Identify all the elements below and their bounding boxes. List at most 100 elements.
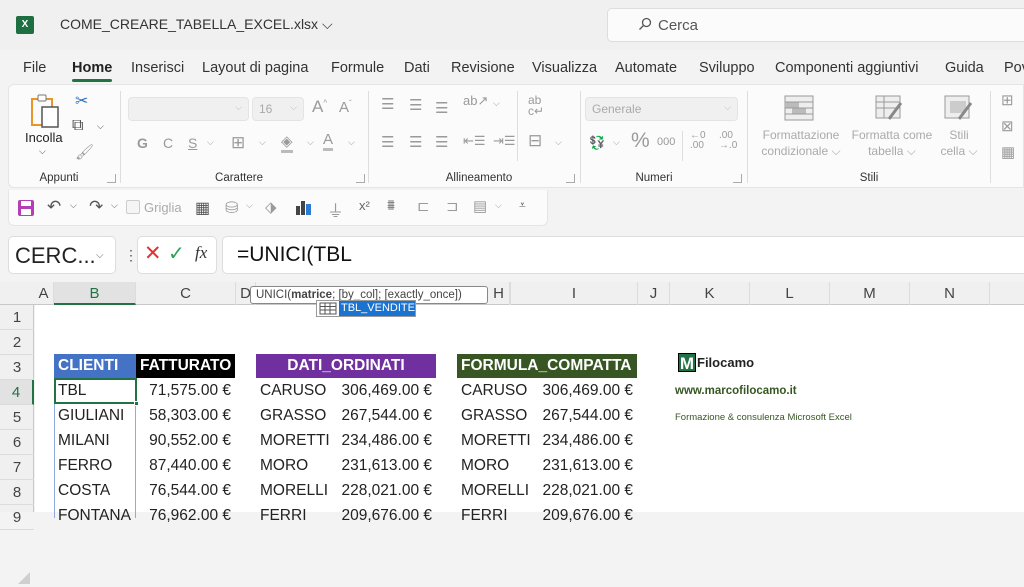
chevron-down-icon[interactable]: ⌵ xyxy=(495,200,502,211)
undo-icon[interactable]: ↶ xyxy=(47,197,61,217)
table-cell-value[interactable]: 231,613.00 € xyxy=(532,454,637,478)
table-cell-value[interactable]: 87,440.00 € xyxy=(136,454,235,478)
tab-sviluppo[interactable]: Sviluppo xyxy=(699,60,755,76)
row-header[interactable]: 9 xyxy=(0,505,34,530)
table-cell-value[interactable]: 231,613.00 € xyxy=(331,454,436,478)
chevron-down-icon[interactable]: ⌵ xyxy=(493,98,500,109)
table-cell-value[interactable]: 267,544.00 € xyxy=(331,404,436,428)
sparkline-icon[interactable]: ⩩ xyxy=(387,197,395,214)
table-cell-value[interactable]: 71,575.00 € xyxy=(136,379,235,403)
column-header[interactable]: M xyxy=(830,282,910,305)
table-cell-value[interactable]: 228,021.00 € xyxy=(331,479,436,503)
column-header[interactable]: I xyxy=(510,282,638,305)
row-header[interactable]: 3 xyxy=(0,355,34,380)
table-cell-name[interactable]: GRASSO xyxy=(256,404,336,428)
worksheet-grid[interactable]: CLIENTI FATTURATO TBL 71,575.00 € GIULIANI… xyxy=(35,305,1024,524)
fill-handle[interactable] xyxy=(134,401,139,406)
table-cell-name[interactable]: MORETTI xyxy=(256,429,336,453)
insert-cells-icon[interactable]: ⊞ xyxy=(1001,91,1014,109)
chevron-down-icon[interactable]: ⌵ xyxy=(348,137,355,148)
align-bottom-icon[interactable]: ☰ xyxy=(435,99,448,117)
font-launcher-icon[interactable] xyxy=(356,174,365,183)
formula-input[interactable]: =UNICI(TBL xyxy=(222,236,1024,274)
clipboard-launcher-icon[interactable] xyxy=(107,174,116,183)
shrink-font-icon[interactable]: Aˇ xyxy=(339,99,352,116)
table-cell-value[interactable]: 306,469.00 € xyxy=(331,379,436,403)
filter-icon[interactable]: ⏚ xyxy=(327,197,344,222)
row-header[interactable]: 4 xyxy=(0,380,34,405)
chevron-down-icon[interactable]: ⌵ xyxy=(70,200,77,211)
borders-icon[interactable]: ⊞ xyxy=(231,133,245,153)
chevron-down-icon[interactable]: ⌵ xyxy=(96,250,104,261)
table-cell-value[interactable]: 234,486.00 € xyxy=(331,429,436,453)
decrease-decimal-icon[interactable]: .00 →.0 xyxy=(719,131,737,151)
tab-formule[interactable]: Formule xyxy=(331,60,384,76)
increase-indent-icon[interactable]: ⇥☰ xyxy=(493,133,516,149)
table-cell-name[interactable]: FONTANA xyxy=(54,504,136,528)
row-header[interactable]: 1 xyxy=(0,305,34,330)
tab-dati[interactable]: Dati xyxy=(404,60,430,76)
table-cell-name[interactable]: MORELLI xyxy=(457,479,537,503)
font-name-dropdown[interactable]: ⌵ xyxy=(128,97,249,121)
orientation-icon[interactable]: ab↗ xyxy=(463,93,488,109)
chevron-down-icon[interactable]: ⌵ xyxy=(307,137,314,148)
column-header[interactable]: A xyxy=(34,282,54,305)
chevron-down-icon[interactable]: ⌵ xyxy=(555,137,562,148)
table-cell-value[interactable]: 76,544.00 € xyxy=(136,479,235,503)
table-cell-name[interactable]: MORO xyxy=(256,454,336,478)
column-header[interactable]: J xyxy=(638,282,670,305)
merge-center-icon[interactable]: ⊟ xyxy=(528,131,542,151)
enter-icon[interactable]: ✓ xyxy=(168,241,185,266)
cut-icon[interactable]: ✂ xyxy=(75,91,88,111)
tab-file[interactable]: File xyxy=(23,60,46,76)
table-cell-value[interactable]: 228,021.00 € xyxy=(532,479,637,503)
format-as-table-icon[interactable] xyxy=(875,95,905,123)
table-cell-value[interactable]: 306,469.00 € xyxy=(532,379,637,403)
grow-font-icon[interactable]: A^ xyxy=(312,97,327,117)
table-cell-name[interactable]: FERRO xyxy=(54,454,136,478)
tab-home[interactable]: Home xyxy=(72,60,113,82)
database-icon[interactable]: ⛁ xyxy=(225,198,238,218)
chevron-down-icon[interactable]: ⌵ xyxy=(613,137,620,148)
cell-styles-icon[interactable] xyxy=(944,95,974,123)
row-header[interactable]: 2 xyxy=(0,330,34,355)
gridlines-checkbox[interactable] xyxy=(126,200,140,214)
redo-icon[interactable]: ↷ xyxy=(89,197,103,217)
chevron-down-icon[interactable]: ⌵ xyxy=(259,137,266,148)
table-header-clienti[interactable]: CLIENTI xyxy=(54,354,136,378)
tab-visualizza[interactable]: Visualizza xyxy=(532,60,597,76)
insert-function-icon[interactable]: fx xyxy=(195,243,207,263)
align-middle-icon[interactable]: ☰ xyxy=(409,96,422,114)
column-header[interactable]: B xyxy=(54,282,136,305)
underline-button[interactable]: S xyxy=(188,135,197,151)
currency-format-icon[interactable]: 💱 xyxy=(589,135,605,151)
font-size-dropdown[interactable]: 16 ⌵ xyxy=(252,97,304,121)
row-header[interactable]: 6 xyxy=(0,430,34,455)
chevron-down-icon[interactable]: ⌵ xyxy=(246,200,253,211)
table-cell-name[interactable]: MILANI xyxy=(54,429,136,453)
table-header-dati-ordinati[interactable]: DATI_ORDINATI xyxy=(256,354,436,378)
pivot-icon[interactable]: ▤ xyxy=(473,197,487,215)
conditional-formatting-button[interactable]: Formattazione condizionale ⌵ xyxy=(751,127,851,159)
save-icon[interactable] xyxy=(17,199,35,217)
paste-dropdown-icon[interactable]: ⌵ xyxy=(39,146,46,157)
table-cell-value[interactable]: 90,552.00 € xyxy=(136,429,235,453)
table-cell-value[interactable]: 76,962.00 € xyxy=(136,504,235,528)
row-header[interactable]: 5 xyxy=(0,405,34,430)
row-header[interactable]: 7 xyxy=(0,455,34,480)
percent-button[interactable]: % xyxy=(631,129,650,153)
number-launcher-icon[interactable] xyxy=(733,174,742,183)
brand-url[interactable]: www.marcofilocamo.it xyxy=(675,385,797,397)
align-right-icon[interactable]: ☰ xyxy=(435,133,448,151)
align-center-icon[interactable]: ☰ xyxy=(409,133,422,151)
tab-power[interactable]: Pov xyxy=(1004,60,1024,76)
column-header[interactable]: N xyxy=(910,282,990,305)
active-cell-selection[interactable] xyxy=(54,378,137,404)
column-header[interactable]: K xyxy=(670,282,750,305)
format-painter-icon[interactable]: 🖌 xyxy=(75,143,94,161)
ungroup-icon[interactable]: ⊐ xyxy=(446,197,459,215)
customize-qat-icon[interactable]: ⩡ xyxy=(519,198,526,213)
table-cell-name[interactable]: CARUSO xyxy=(256,379,336,403)
paste-button[interactable]: Incolla xyxy=(25,130,63,145)
table-cell-value[interactable]: 234,486.00 € xyxy=(532,429,637,453)
